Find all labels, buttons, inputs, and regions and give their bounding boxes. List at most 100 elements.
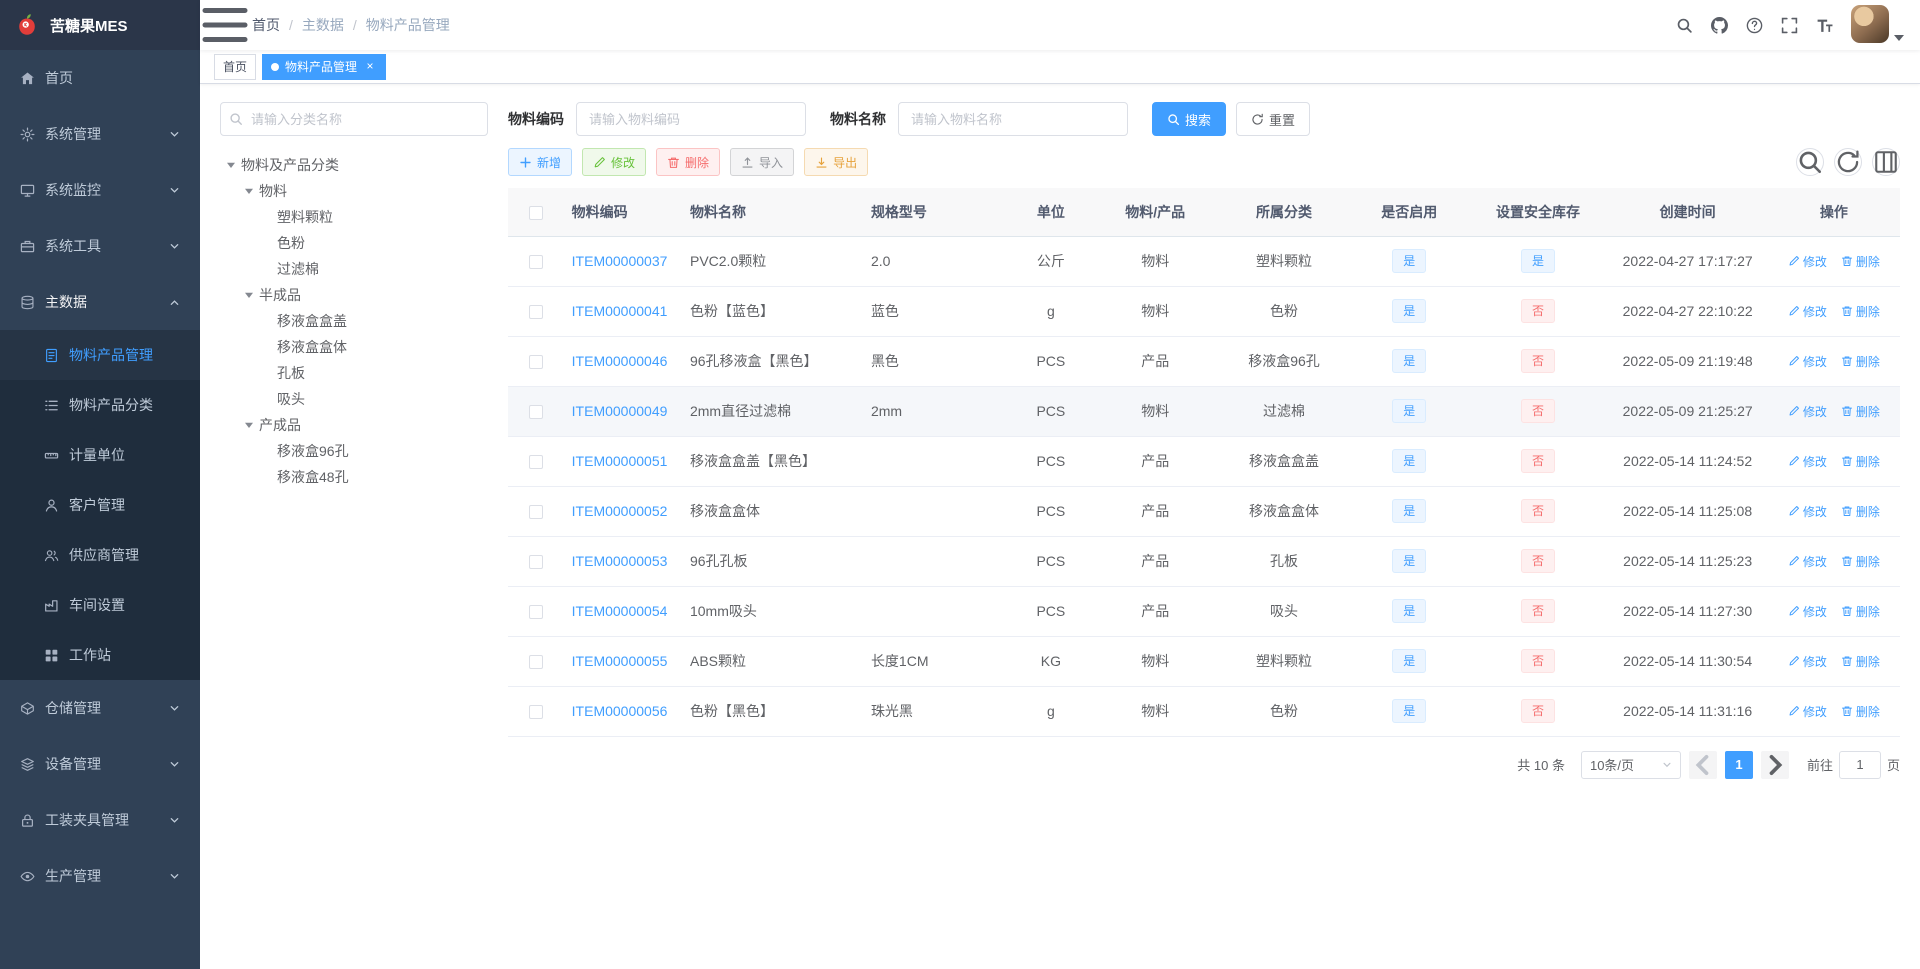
material-code-input[interactable] bbox=[576, 102, 806, 136]
row-edit-button[interactable]: 修改 bbox=[1788, 603, 1827, 620]
tab-close-icon[interactable]: × bbox=[363, 60, 377, 74]
hamburger-icon[interactable] bbox=[200, 0, 250, 50]
help-icon[interactable] bbox=[1746, 17, 1763, 34]
toggle-search-button[interactable] bbox=[1796, 148, 1824, 176]
sidebar-item-warehouse[interactable]: 仓储管理 bbox=[0, 680, 200, 736]
tree-node[interactable]: 移液盒96孔 bbox=[220, 438, 488, 464]
tree-node[interactable]: 过滤棉 bbox=[220, 256, 488, 282]
sidebar-item-tooling[interactable]: 工装夹具管理 bbox=[0, 792, 200, 848]
tree-node[interactable]: 物料 bbox=[220, 178, 488, 204]
material-code-link[interactable]: ITEM00000046 bbox=[572, 353, 668, 369]
breadcrumb-item[interactable]: 物料产品管理 bbox=[366, 15, 450, 35]
tab-material-management[interactable]: 物料产品管理 × bbox=[262, 53, 387, 80]
material-code-link[interactable]: ITEM00000052 bbox=[572, 503, 668, 519]
row-checkbox[interactable] bbox=[528, 305, 543, 320]
reset-button[interactable]: 重置 bbox=[1236, 102, 1311, 136]
row-checkbox[interactable] bbox=[528, 505, 543, 520]
sidebar-subitem-measure-units[interactable]: 计量单位 bbox=[0, 430, 200, 480]
breadcrumb-item[interactable]: 首页 bbox=[252, 15, 280, 35]
sidebar-subitem-customers[interactable]: 客户管理 bbox=[0, 480, 200, 530]
material-code-link[interactable]: ITEM00000051 bbox=[572, 453, 668, 469]
tree-node[interactable]: 吸头 bbox=[220, 386, 488, 412]
search-icon[interactable] bbox=[1676, 17, 1693, 34]
sidebar-item-production[interactable]: 生产管理 bbox=[0, 848, 200, 904]
next-page-button[interactable] bbox=[1760, 750, 1789, 779]
material-code-link[interactable]: ITEM00000053 bbox=[572, 553, 668, 569]
sidebar-subitem-suppliers[interactable]: 供应商管理 bbox=[0, 530, 200, 580]
import-button[interactable]: 导入 bbox=[730, 148, 795, 176]
row-delete-button[interactable]: 删除 bbox=[1841, 353, 1880, 370]
row-checkbox[interactable] bbox=[528, 605, 543, 620]
row-checkbox[interactable] bbox=[528, 655, 543, 670]
export-button[interactable]: 导出 bbox=[804, 148, 869, 176]
row-checkbox[interactable] bbox=[528, 455, 543, 470]
avatar[interactable] bbox=[1851, 5, 1889, 43]
material-code-link[interactable]: ITEM00000041 bbox=[572, 303, 668, 319]
row-delete-button[interactable]: 删除 bbox=[1841, 703, 1880, 720]
row-delete-button[interactable]: 删除 bbox=[1841, 403, 1880, 420]
tree-node[interactable]: 移液盒48孔 bbox=[220, 464, 488, 490]
material-code-link[interactable]: ITEM00000055 bbox=[572, 653, 668, 669]
tree-node[interactable]: 移液盒盒体 bbox=[220, 334, 488, 360]
sidebar-subitem-material-management[interactable]: 物料产品管理 bbox=[0, 330, 200, 380]
page-number-1[interactable]: 1 bbox=[1724, 750, 1753, 779]
edit-button[interactable]: 修改 bbox=[582, 148, 647, 176]
tree-caret-icon[interactable] bbox=[244, 290, 254, 300]
sidebar-subitem-workstations[interactable]: 工作站 bbox=[0, 630, 200, 680]
row-checkbox[interactable] bbox=[528, 705, 543, 720]
sidebar-item-master-data[interactable]: 主数据 bbox=[0, 274, 200, 330]
sidebar-item-system-monitor[interactable]: 系统监控 bbox=[0, 162, 200, 218]
row-checkbox[interactable] bbox=[528, 255, 543, 270]
tree-caret-icon[interactable] bbox=[244, 420, 254, 430]
row-edit-button[interactable]: 修改 bbox=[1788, 353, 1827, 370]
tree-node[interactable]: 孔板 bbox=[220, 360, 488, 386]
material-code-link[interactable]: ITEM00000037 bbox=[572, 253, 668, 269]
row-delete-button[interactable]: 删除 bbox=[1841, 653, 1880, 670]
row-delete-button[interactable]: 删除 bbox=[1841, 253, 1880, 270]
tree-node[interactable]: 塑料颗粒 bbox=[220, 204, 488, 230]
row-edit-button[interactable]: 修改 bbox=[1788, 553, 1827, 570]
breadcrumb-item[interactable]: 主数据 bbox=[302, 15, 344, 35]
row-edit-button[interactable]: 修改 bbox=[1788, 403, 1827, 420]
sidebar-item-equipment[interactable]: 设备管理 bbox=[0, 736, 200, 792]
fullscreen-icon[interactable] bbox=[1781, 17, 1798, 34]
sidebar-item-system-tools[interactable]: 系统工具 bbox=[0, 218, 200, 274]
fontsize-icon[interactable] bbox=[1816, 17, 1833, 34]
tab-home[interactable]: 首页 bbox=[214, 53, 257, 80]
refresh-button[interactable] bbox=[1834, 148, 1862, 176]
row-edit-button[interactable]: 修改 bbox=[1788, 703, 1827, 720]
row-delete-button[interactable]: 删除 bbox=[1841, 503, 1880, 520]
row-delete-button[interactable]: 删除 bbox=[1841, 453, 1880, 470]
material-code-link[interactable]: ITEM00000049 bbox=[572, 403, 668, 419]
goto-page-input[interactable] bbox=[1838, 750, 1881, 779]
tree-node[interactable]: 半成品 bbox=[220, 282, 488, 308]
delete-button[interactable]: 删除 bbox=[656, 148, 721, 176]
row-delete-button[interactable]: 删除 bbox=[1841, 603, 1880, 620]
material-code-link[interactable]: ITEM00000054 bbox=[572, 603, 668, 619]
row-edit-button[interactable]: 修改 bbox=[1788, 253, 1827, 270]
row-edit-button[interactable]: 修改 bbox=[1788, 503, 1827, 520]
prev-page-button[interactable] bbox=[1688, 750, 1717, 779]
row-delete-button[interactable]: 删除 bbox=[1841, 553, 1880, 570]
sidebar-subitem-workshops[interactable]: 车间设置 bbox=[0, 580, 200, 630]
user-menu[interactable] bbox=[1851, 5, 1904, 45]
tree-node[interactable]: 产成品 bbox=[220, 412, 488, 438]
tree-node[interactable]: 物料及产品分类 bbox=[220, 152, 488, 178]
tree-search-input[interactable] bbox=[220, 102, 488, 136]
row-edit-button[interactable]: 修改 bbox=[1788, 303, 1827, 320]
github-icon[interactable] bbox=[1711, 16, 1728, 34]
row-edit-button[interactable]: 修改 bbox=[1788, 653, 1827, 670]
material-code-link[interactable]: ITEM00000056 bbox=[572, 703, 668, 719]
tree-node[interactable]: 移液盒盒盖 bbox=[220, 308, 488, 334]
row-edit-button[interactable]: 修改 bbox=[1788, 453, 1827, 470]
page-size-select[interactable]: 10条/页 bbox=[1580, 750, 1681, 779]
columns-button[interactable] bbox=[1872, 148, 1900, 176]
tree-caret-icon[interactable] bbox=[226, 160, 236, 170]
sidebar-item-system-management[interactable]: 系统管理 bbox=[0, 106, 200, 162]
row-checkbox[interactable] bbox=[528, 405, 543, 420]
tree-node[interactable]: 色粉 bbox=[220, 230, 488, 256]
search-button[interactable]: 搜索 bbox=[1152, 102, 1227, 136]
row-delete-button[interactable]: 删除 bbox=[1841, 303, 1880, 320]
select-all-checkbox[interactable] bbox=[528, 205, 543, 220]
sidebar-item-home[interactable]: 首页 bbox=[0, 50, 200, 106]
